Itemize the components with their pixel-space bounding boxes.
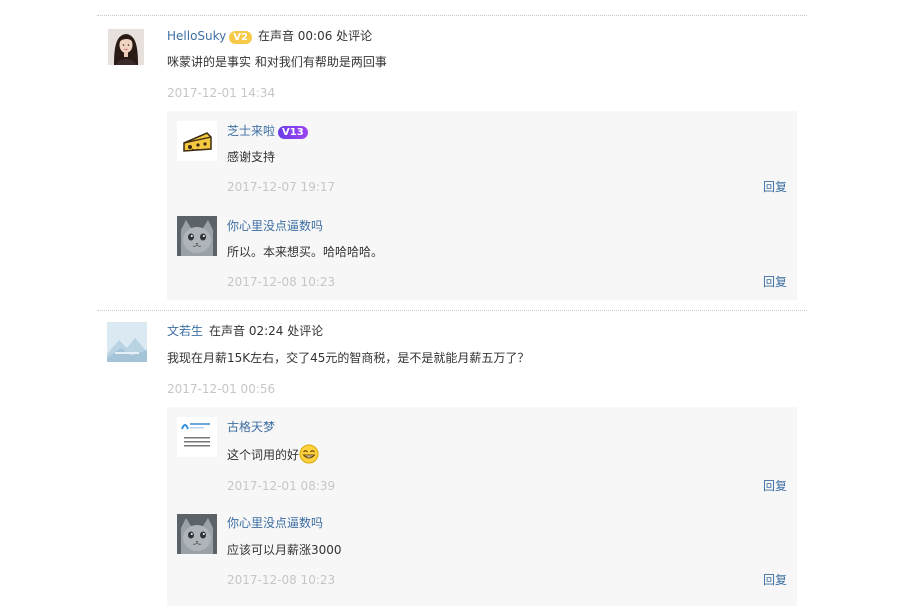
reply-text: 所以。本来想买。哈哈哈哈。 (227, 245, 384, 259)
username-link[interactable]: 你心里没点逼数吗 (227, 219, 323, 233)
comment-divider (97, 15, 807, 16)
grey-cat-avatar[interactable] (177, 216, 217, 256)
qq-browser-avatar[interactable] (177, 417, 217, 457)
reply-header: 古格天梦 (227, 418, 275, 436)
username-link[interactable]: 你心里没点逼数吗 (227, 516, 323, 530)
username-link[interactable]: 芝士来啦 (227, 124, 275, 138)
comment-divider (97, 310, 807, 311)
reply-text: 这个词用的好 (227, 444, 319, 464)
cheese-avatar[interactable] (177, 121, 217, 161)
reply-time: 2017-12-08 10:23 (227, 275, 336, 289)
reply-button[interactable]: 回复 (763, 571, 787, 589)
grin-emoji-icon (299, 444, 319, 464)
reply-time: 2017-12-07 19:17 (227, 180, 336, 194)
reply-list: 芝士来啦 V13 感谢支持 2017-12-07 19:17 回复 你心里没点逼数… (167, 111, 797, 300)
woman-portrait-avatar[interactable] (108, 29, 144, 65)
reply-text: 感谢支持 (227, 150, 276, 164)
reply-header: 你心里没点逼数吗 (227, 217, 323, 235)
username-link[interactable]: HelloSuky (167, 29, 226, 43)
username-link[interactable]: 文若生 (167, 324, 203, 338)
comment-time: 2017-12-01 00:56 (167, 382, 276, 396)
reply-text: 应该可以月薪涨3000 (227, 543, 342, 557)
reply-list: 古格天梦 这个词用的好 2017-12-01 08:39 回复 你心里没点逼数吗… (167, 407, 797, 606)
username-link[interactable]: 古格天梦 (227, 420, 275, 434)
reply-time: 2017-12-08 10:23 (227, 573, 336, 587)
comment-position: 在声音 02:24 处评论 (209, 324, 324, 338)
reply-text-content: 这个词用的好 (227, 448, 300, 462)
reply-button[interactable]: 回复 (763, 178, 787, 196)
reply-button[interactable]: 回复 (763, 477, 787, 495)
default-landscape-avatar[interactable] (107, 322, 147, 362)
comment-text: 我现在月薪15K左右，交了45元的智商税，是不是就能月薪五万了？ (167, 351, 530, 365)
comment-header: 文若生 在声音 02:24 处评论 (167, 322, 323, 340)
reply-header: 芝士来啦 V13 (227, 122, 308, 140)
vip-badge: V13 (278, 126, 308, 139)
reply-header: 你心里没点逼数吗 (227, 514, 323, 532)
comment-position: 在声音 00:06 处评论 (257, 29, 373, 43)
comment-text: 咪蒙讲的是事实 和对我们有帮助是两回事 (167, 55, 387, 69)
reply-button[interactable]: 回复 (763, 273, 787, 291)
grey-cat-avatar[interactable] (177, 514, 217, 554)
comment-header: HelloSuky V2 在声音 00:06 处评论 (167, 27, 372, 45)
vip-badge: V2 (229, 31, 252, 44)
comment-time: 2017-12-01 14:34 (167, 86, 276, 100)
reply-time: 2017-12-01 08:39 (227, 479, 336, 493)
